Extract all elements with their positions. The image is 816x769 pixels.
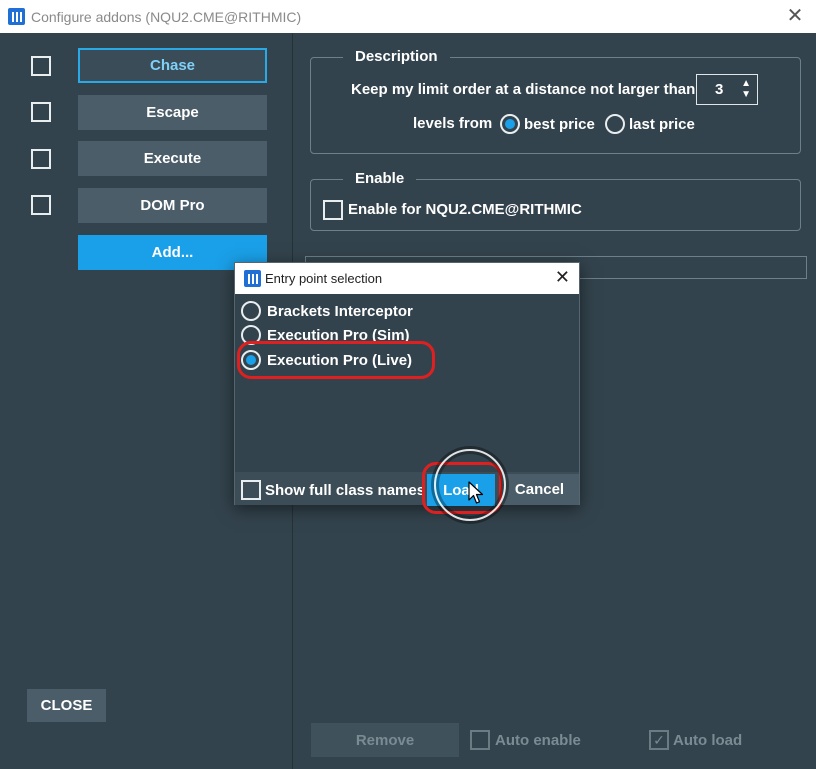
addon-checkbox-dom-pro[interactable] [31, 195, 51, 215]
description-title: Description [343, 48, 450, 65]
dialog-titlebar: Entry point selection ✕ [235, 263, 579, 294]
mouse-cursor-icon [468, 481, 484, 504]
auto-enable-checkbox[interactable] [470, 730, 490, 750]
window-title: Configure addons (NQU2.CME@RITHMIC) [31, 8, 302, 25]
remove-button[interactable]: Remove [311, 723, 459, 757]
close-button[interactable]: CLOSE [27, 689, 106, 722]
levels-spinner[interactable]: 3 ▲ ▼ [696, 74, 758, 105]
addon-button-dom-pro[interactable]: DOM Pro [78, 188, 267, 223]
addon-checkbox-escape[interactable] [31, 102, 51, 122]
app-logo-icon [8, 8, 25, 25]
addon-button-chase[interactable]: Chase [78, 48, 267, 83]
addon-checkbox-execute[interactable] [31, 149, 51, 169]
label-brackets-interceptor: Brackets Interceptor [267, 302, 413, 320]
description-line2: levels from [413, 115, 493, 132]
dialog-logo-icon [244, 270, 261, 287]
dialog-title: Entry point selection [265, 271, 383, 286]
highlight-execution-pro-live [237, 341, 435, 379]
last-price-radio[interactable] [605, 114, 625, 134]
window-close-icon[interactable]: ✕ [784, 5, 806, 27]
best-price-radio[interactable] [500, 114, 520, 134]
last-price-label[interactable]: last price [629, 116, 695, 133]
dialog-close-icon[interactable]: ✕ [555, 267, 570, 288]
show-full-class-names-label[interactable]: Show full class names [265, 482, 425, 499]
best-price-label[interactable]: best price [524, 116, 595, 133]
addon-button-execute[interactable]: Execute [78, 141, 267, 176]
auto-enable-label[interactable]: Auto enable [495, 732, 581, 749]
addon-checkbox-chase[interactable] [31, 56, 51, 76]
window-titlebar: Configure addons (NQU2.CME@RITHMIC) ✕ [0, 0, 816, 33]
radio-brackets-interceptor[interactable] [241, 301, 261, 321]
description-group: Description [310, 48, 801, 154]
auto-load-label[interactable]: Auto load [673, 732, 742, 749]
spinner-arrows-icon[interactable]: ▲ ▼ [741, 78, 751, 100]
description-line1: Keep my limit order at a distance not la… [351, 81, 696, 98]
show-full-class-names-checkbox[interactable] [241, 480, 261, 500]
list-item-brackets-interceptor[interactable]: Brackets Interceptor [241, 300, 413, 322]
addon-button-escape[interactable]: Escape [78, 95, 267, 130]
entry-point-dialog: Entry point selection ✕ Brackets Interce… [234, 262, 580, 505]
enable-title: Enable [343, 170, 417, 187]
cancel-button[interactable]: Cancel [500, 474, 579, 505]
auto-load-checkbox[interactable]: ✓ [649, 730, 669, 750]
levels-value: 3 [715, 81, 724, 98]
enable-checkbox[interactable] [323, 200, 343, 220]
enable-checkbox-label[interactable]: Enable for NQU2.CME@RITHMIC [348, 201, 582, 218]
entry-point-list: Brackets Interceptor Execution Pro (Sim)… [235, 294, 579, 472]
